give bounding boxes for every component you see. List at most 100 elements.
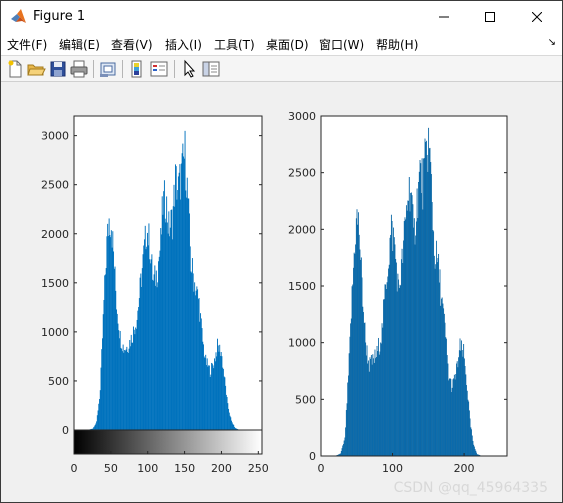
histogram-bar [430,162,432,457]
histogram-bar [449,378,451,457]
histogram-bar [428,127,430,457]
y-tick-label: 3000 [288,110,316,123]
histogram-bar [400,285,402,457]
histogram-bar [456,363,457,457]
histogram-bar [446,338,447,457]
y-tick-label: 3000 [41,130,69,143]
toolbar-separator [93,60,94,78]
y-tick-label: 1500 [41,277,69,290]
histogram-bar [375,358,377,457]
histogram-bar [460,350,462,457]
histogram-bar [397,273,399,457]
histogram-bar [343,444,344,457]
minimize-button[interactable] [421,1,467,33]
histogram-bar [368,360,369,457]
y-tick-label: 1000 [41,326,69,339]
histogram-bar [429,147,431,457]
y-tick-label: 2500 [288,167,316,180]
histogram-bar [444,322,446,457]
toolbar-separator [122,60,123,78]
histogram-bar [380,343,382,457]
watermark-text: CSDN @qq_45964335 [394,480,548,496]
histogram-bar [348,353,350,457]
histogram-bar [419,160,421,457]
property-inspector-icon[interactable] [201,59,221,79]
x-tick-label: 150 [174,462,195,475]
histogram-bar [461,340,462,457]
select-pointer-icon[interactable] [180,59,200,79]
histogram-bar [475,450,477,457]
y-tick-label: 2000 [41,228,69,241]
histogram-axes-left[interactable]: 0 500 1000 1500 2000 2500 3000 0 50 100 150 200 250 [41,115,269,475]
histogram-bar [378,337,379,457]
histogram-bar [431,174,432,457]
histogram-bar [468,401,470,457]
histogram-bar [424,138,426,457]
histogram-bar [403,221,405,457]
histogram-bar [348,375,349,457]
histogram-bar [361,277,363,457]
histogram-bar [443,313,445,457]
menu-view[interactable]: 查看(V) [111,36,153,53]
menu-insert[interactable]: 插入(I) [165,36,202,53]
y-tick-label: 500 [295,393,316,406]
histogram-bar [427,171,429,457]
menu-edit[interactable]: 编辑(E) [59,36,100,53]
histogram-bar [442,303,444,457]
histogram-bar [426,140,427,457]
grayscale-colorbar [73,429,263,455]
histogram-bar [390,234,392,457]
histogram-bar [412,204,414,457]
histogram-bar [367,363,369,457]
histogram-bar [343,440,345,457]
histogram-bar [408,177,410,457]
menu-help[interactable]: 帮助(H) [376,36,418,53]
histogram-bar [383,299,384,457]
histogram-bar [417,218,419,457]
histogram-bar [374,349,376,457]
histogram-bar [423,158,425,457]
histogram-bar [469,418,471,457]
y-tick-label: 1500 [288,280,316,293]
menu-tools[interactable]: 工具(T) [214,36,255,53]
histogram-bar [364,322,366,457]
minimize-icon [439,16,449,18]
new-figure-icon[interactable] [5,59,25,79]
histogram-bar [435,264,437,457]
histogram-bar [416,188,418,457]
colorbar-icon[interactable] [127,59,147,79]
maximize-button[interactable] [467,1,513,33]
histogram-bar [405,219,407,457]
histogram-bar [409,211,411,457]
menu-window[interactable]: 窗口(W) [319,36,364,53]
histogram-bar [462,356,464,457]
histogram-bar [423,158,425,457]
histogram-bar [471,429,472,457]
histogram-bar [379,351,381,457]
legend-icon[interactable] [149,59,169,79]
histogram-bar [373,362,375,457]
histogram-bar [418,171,420,457]
histogram-bar [440,305,442,457]
histogram-bar [451,387,453,457]
matlab-logo-icon [11,9,26,23]
histogram-axes-right[interactable]: 0 500 1000 1500 2000 2500 3000 0 100 200 [288,110,508,475]
histogram-bar [345,410,347,457]
print-icon[interactable] [69,59,89,79]
chevron-right-icon[interactable]: ↘ [548,37,556,48]
title-bar[interactable]: Figure 1 [1,1,562,33]
histogram-bar [463,358,465,457]
histogram-bar [388,264,390,457]
close-button[interactable] [514,1,560,33]
link-plot-icon[interactable] [98,59,118,79]
histogram-bar [415,221,417,457]
histogram-bar [410,192,412,457]
histogram-bar [369,357,371,457]
figure-canvas[interactable]: 0 500 1000 1500 2000 2500 3000 0 50 100 150 200 250 … [1,83,562,502]
save-icon[interactable] [48,59,68,79]
open-file-icon[interactable] [26,59,46,79]
menu-desktop[interactable]: 桌面(D) [266,36,309,53]
y-tick-label: 2000 [288,223,316,236]
menu-file[interactable]: 文件(F) [7,36,47,53]
histogram-bar [420,193,422,457]
